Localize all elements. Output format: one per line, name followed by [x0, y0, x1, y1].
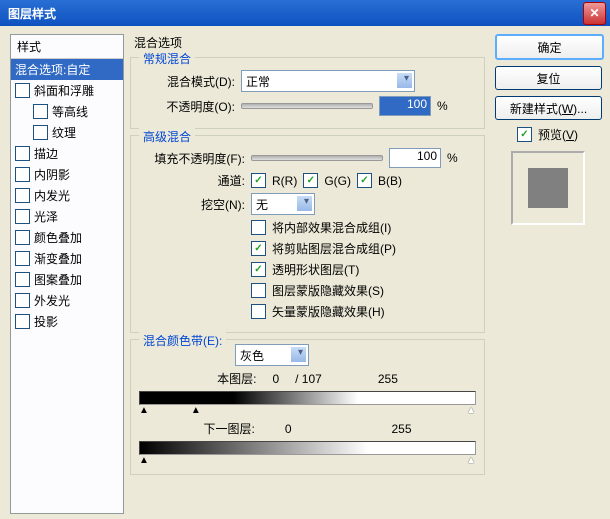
- fill-input[interactable]: 100: [389, 148, 441, 168]
- knockout-label: 挖空(N):: [139, 196, 245, 213]
- style-item[interactable]: 渐变叠加: [11, 248, 123, 269]
- handle-icon[interactable]: ▲: [466, 455, 476, 466]
- blend-options: 混合选项 常规混合 混合模式(D): 正常 不透明度(O): 100 % 高级混…: [130, 34, 485, 481]
- styles-head: 样式: [11, 35, 123, 59]
- style-item[interactable]: 光泽: [11, 206, 123, 227]
- blend-mode-select[interactable]: 正常: [241, 70, 415, 92]
- style-item[interactable]: 斜面和浮雕: [11, 80, 123, 101]
- ch-b[interactable]: ✓: [357, 173, 372, 188]
- style-item[interactable]: 描边: [11, 143, 123, 164]
- group-general: 常规混合 混合模式(D): 正常 不透明度(O): 100 %: [130, 57, 485, 129]
- content: 样式 混合选项:自定斜面和浮雕等高线纹理描边内阴影内发光光泽颜色叠加渐变叠加图案…: [0, 26, 610, 519]
- style-item[interactable]: 内阴影: [11, 164, 123, 185]
- fill-slider[interactable]: [251, 155, 383, 161]
- opt2[interactable]: ✓: [251, 241, 266, 256]
- style-checkbox[interactable]: [15, 83, 30, 98]
- fill-label: 填充不透明度(F):: [139, 150, 245, 167]
- titlebar: 图层样式 ✕: [0, 0, 610, 26]
- style-item[interactable]: 图案叠加: [11, 269, 123, 290]
- style-checkbox[interactable]: [15, 272, 30, 287]
- style-checkbox[interactable]: [15, 209, 30, 224]
- blend-mode-label: 混合模式(D):: [139, 73, 235, 90]
- close-icon[interactable]: ✕: [583, 2, 606, 25]
- opacity-label: 不透明度(O):: [139, 98, 235, 115]
- handle-icon[interactable]: ▲: [191, 405, 201, 416]
- knockout-select[interactable]: 无: [251, 193, 315, 215]
- blendif-select[interactable]: 灰色: [235, 344, 309, 366]
- handle-icon[interactable]: ▲: [139, 405, 149, 416]
- style-item[interactable]: 纹理: [11, 122, 123, 143]
- mid-title: 混合选项: [134, 34, 485, 51]
- right-panel: 确定 复位 新建样式(W)... ✓预览(V): [495, 34, 600, 233]
- style-item[interactable]: 投影: [11, 311, 123, 332]
- opt1[interactable]: [251, 220, 266, 235]
- opacity-slider[interactable]: [241, 103, 373, 109]
- preview-check[interactable]: ✓: [517, 127, 532, 142]
- style-item[interactable]: 内发光: [11, 185, 123, 206]
- ch-r[interactable]: ✓: [251, 173, 266, 188]
- style-item[interactable]: 等高线: [11, 101, 123, 122]
- this-layer-gradient[interactable]: [139, 391, 476, 405]
- handle-icon[interactable]: ▲: [139, 455, 149, 466]
- preview-box: [511, 151, 585, 225]
- title: 图层样式: [4, 5, 583, 22]
- style-checkbox[interactable]: [15, 188, 30, 203]
- opt4[interactable]: [251, 283, 266, 298]
- style-checkbox[interactable]: [15, 230, 30, 245]
- ok-button[interactable]: 确定: [495, 34, 604, 60]
- opt3[interactable]: ✓: [251, 262, 266, 277]
- reset-button[interactable]: 复位: [495, 66, 602, 90]
- styles-panel: 样式 混合选项:自定斜面和浮雕等高线纹理描边内阴影内发光光泽颜色叠加渐变叠加图案…: [10, 34, 124, 514]
- group-advanced: 高级混合 填充不透明度(F): 100 % 通道: ✓R(R) ✓G(G) ✓B…: [130, 135, 485, 333]
- opacity-input[interactable]: 100: [379, 96, 431, 116]
- style-checkbox[interactable]: [33, 125, 48, 140]
- style-checkbox[interactable]: [15, 293, 30, 308]
- preview-swatch: [528, 168, 568, 208]
- channels-label: 通道:: [139, 172, 245, 189]
- style-item[interactable]: 颜色叠加: [11, 227, 123, 248]
- group-blendif: 混合颜色带(E): 灰色 本图层: 0 / 107 255 ▲ ▲ ▲ 下一图层…: [130, 339, 485, 475]
- ch-g[interactable]: ✓: [303, 173, 318, 188]
- newstyle-button[interactable]: 新建样式(W)...: [495, 96, 602, 120]
- style-checkbox[interactable]: [15, 251, 30, 266]
- under-layer-gradient[interactable]: [139, 441, 476, 455]
- style-checkbox[interactable]: [15, 167, 30, 182]
- opt5[interactable]: [251, 304, 266, 319]
- style-checkbox[interactable]: [15, 314, 30, 329]
- handle-icon[interactable]: ▲: [466, 405, 476, 416]
- style-item[interactable]: 外发光: [11, 290, 123, 311]
- style-checkbox[interactable]: [15, 146, 30, 161]
- style-checkbox[interactable]: [33, 104, 48, 119]
- style-item[interactable]: 混合选项:自定: [11, 59, 123, 80]
